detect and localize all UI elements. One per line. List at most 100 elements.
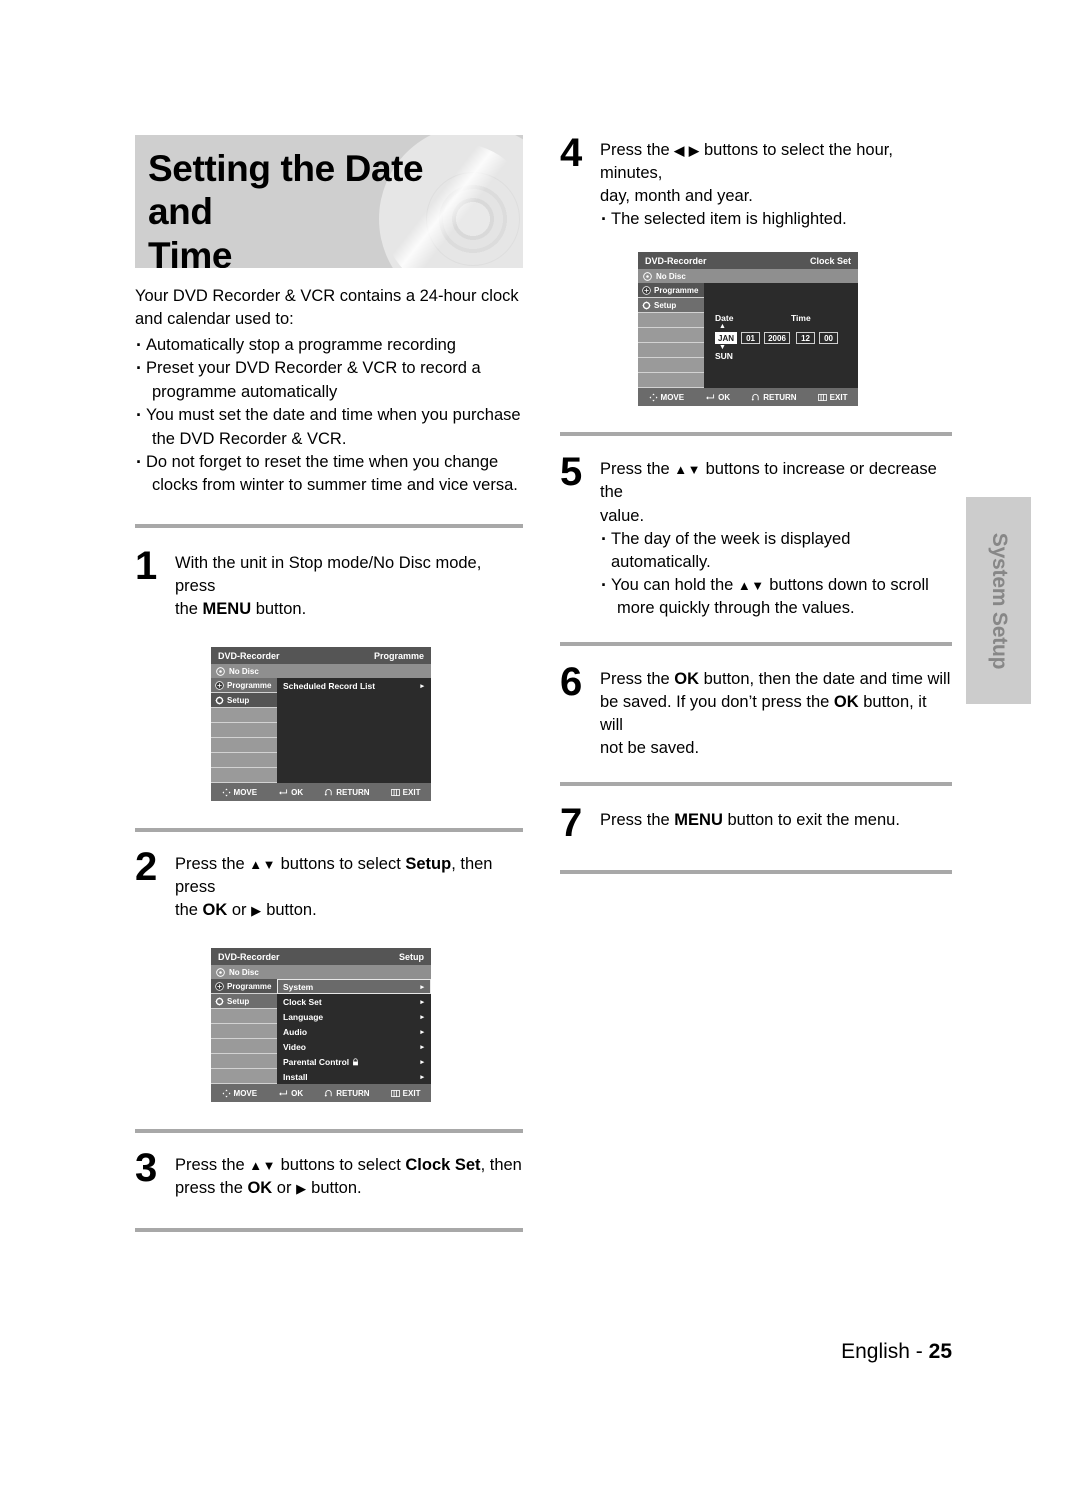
osd-screen-title: Clock Set (809, 255, 851, 266)
sidebar-item-label: Setup (654, 300, 677, 310)
sidebar-item-empty (211, 738, 277, 754)
field-hour[interactable]: 12 (796, 332, 816, 345)
field-day[interactable]: 01 (741, 332, 761, 345)
menu-name-setup: Setup (405, 855, 452, 874)
sidebar-item-empty (211, 708, 277, 724)
move-arrows-icon (648, 393, 658, 402)
bottom-action-ok[interactable]: OK (278, 788, 303, 797)
field-minute[interactable]: 00 (819, 332, 839, 345)
menu-item-label: Video (283, 1041, 306, 1052)
menu-item-install[interactable]: Install ▸ (277, 1069, 431, 1084)
step-text-fragment: button to exit the menu. (722, 811, 900, 830)
step-text-fragment: , then (480, 1156, 522, 1175)
osd-bottom-bar: MOVE OK RETURN EXIT (211, 783, 431, 802)
menu-item-audio[interactable]: Audio ▸ (277, 1024, 431, 1039)
bottom-action-exit[interactable]: EXIT (390, 1089, 420, 1098)
list-item: You must set the date and time when you … (135, 403, 523, 451)
step-text-fragment: the (175, 901, 203, 920)
sidebar-item-programme[interactable]: Programme (211, 678, 277, 694)
osd-brand-label: DVD-Recorder (218, 951, 280, 962)
step-line-2: the MENU button. (175, 598, 523, 621)
bottom-action-exit[interactable]: EXIT (817, 393, 847, 402)
menu-item-parental-control[interactable]: Parental Control ▸ (277, 1054, 431, 1069)
page-title: Setting the Date and Time (148, 147, 488, 268)
step-line-1: Press the ▲▼ buttons to select Clock Set… (175, 1154, 523, 1177)
bottom-action-move[interactable]: MOVE (221, 788, 257, 797)
clock-field-labels: Date Time (715, 313, 852, 323)
step-line-2: day, month and year. (600, 187, 753, 206)
bottom-action-return[interactable]: RETURN (324, 787, 370, 797)
chevron-right-icon: ▸ (420, 1028, 424, 1036)
gear-icon (215, 696, 224, 704)
bottom-action-return[interactable]: RETURN (324, 1089, 370, 1098)
sidebar-item-setup[interactable]: Setup (211, 994, 277, 1010)
bullet-text-continued: more quickly through the values. (617, 598, 855, 617)
return-arrow-icon (324, 1089, 332, 1097)
sidebar-item-programme[interactable]: Programme (638, 283, 704, 299)
bottom-action-move[interactable]: MOVE (221, 1089, 257, 1098)
bottom-action-exit[interactable]: EXIT (390, 788, 420, 797)
list-item: The day of the week is displayed automat… (600, 527, 952, 574)
list-item: Automatically stop a programme recording (135, 333, 523, 359)
sidebar-item-label: Setup (227, 996, 250, 1006)
side-tab-system-setup: System Setup (966, 497, 1031, 704)
step-line-2: value. (600, 506, 645, 525)
menu-item-clock-set[interactable]: Clock Set ▸ (277, 994, 431, 1009)
sidebar-item-programme[interactable]: Programme (211, 979, 277, 995)
step-7: 7 Press the MENU button to exit the menu… (560, 804, 952, 844)
disc-icon (643, 272, 652, 281)
step-text-fragment: Press the (600, 460, 675, 479)
step-number: 5 (560, 450, 582, 495)
menu-item-language[interactable]: Language ▸ (277, 1009, 431, 1024)
bullet-text-continued: clocks from winter to summer time and vi… (152, 476, 518, 495)
step-number: 3 (135, 1146, 157, 1191)
field-month[interactable]: JAN (715, 332, 738, 345)
osd-middle-area: Programme Setup (211, 678, 431, 784)
step-line-1: Press the ▲▼ buttons to increase or decr… (600, 458, 952, 504)
menu-item-system[interactable]: System ▸ (277, 979, 431, 995)
enter-key-icon (706, 394, 715, 400)
weekday-display: SUN (715, 351, 733, 362)
bottom-action-move[interactable]: MOVE (648, 392, 685, 402)
step-line-1: Press the ▲▼ buttons to select Setup, th… (175, 853, 523, 899)
bottom-action-ok[interactable]: OK (705, 393, 730, 402)
right-arrow-icon: ▶ (296, 1181, 307, 1197)
step-number: 4 (560, 131, 582, 175)
menu-item-label: Scheduled Record List (283, 680, 376, 691)
osd-bottom-bar: MOVE OK RETURN EXIT (211, 1084, 431, 1103)
step-text-fragment: button. (306, 1179, 362, 1198)
label-date: Date (715, 313, 734, 324)
intro-line-1: Your DVD Recorder & VCR contains a 24-ho… (135, 287, 519, 305)
section-divider (560, 782, 952, 787)
button-name-ok: OK (247, 1179, 273, 1198)
step-text: Press the ▲▼ buttons to select Setup, th… (175, 849, 523, 922)
step-text-fragment: Press the (600, 670, 675, 689)
page-title-line1: Setting the Date and (148, 148, 424, 233)
bottom-action-label: RETURN (336, 787, 370, 797)
bullet-text: Preset your DVD Recorder & VCR to record… (146, 359, 481, 378)
bottom-action-return[interactable]: RETURN (751, 393, 797, 402)
step-text-fragment: be saved. If you don’t press the (600, 693, 834, 712)
list-item: Do not forget to reset the time when you… (135, 450, 523, 498)
bottom-action-ok[interactable]: OK (278, 1089, 303, 1098)
sidebar-item-empty (211, 723, 277, 739)
disc-icon (216, 666, 225, 676)
field-year[interactable]: 2006 (764, 332, 791, 345)
menu-item-video[interactable]: Video ▸ (277, 1039, 431, 1054)
step-3: 3 Press the ▲▼ buttons to select Clock S… (135, 1146, 523, 1200)
sidebar-item-setup[interactable]: Setup (638, 298, 704, 314)
bottom-action-label: OK (291, 787, 304, 797)
osd-disc-status-label: No Disc (656, 271, 686, 281)
step-line-1: With the unit in Stop mode/No Disc mode,… (175, 553, 482, 595)
menu-bars-icon (390, 1089, 400, 1097)
step-5: 5 Press the ▲▼ buttons to increase or de… (560, 450, 952, 620)
step-text-fragment: or (227, 901, 252, 920)
up-down-arrows-icon: ▲▼ (737, 577, 765, 593)
step-line-1: Press the ◀ ▶ buttons to select the hour… (600, 139, 952, 185)
osd-disc-status-label: No Disc (229, 666, 259, 676)
sidebar-item-setup[interactable]: Setup (211, 693, 277, 709)
menu-item-scheduled-record-list[interactable]: Scheduled Record List ▸ (277, 678, 431, 693)
footer-language-label: English - (841, 1340, 929, 1363)
programme-record-icon (215, 680, 224, 690)
bottom-action-label: MOVE (660, 392, 685, 402)
